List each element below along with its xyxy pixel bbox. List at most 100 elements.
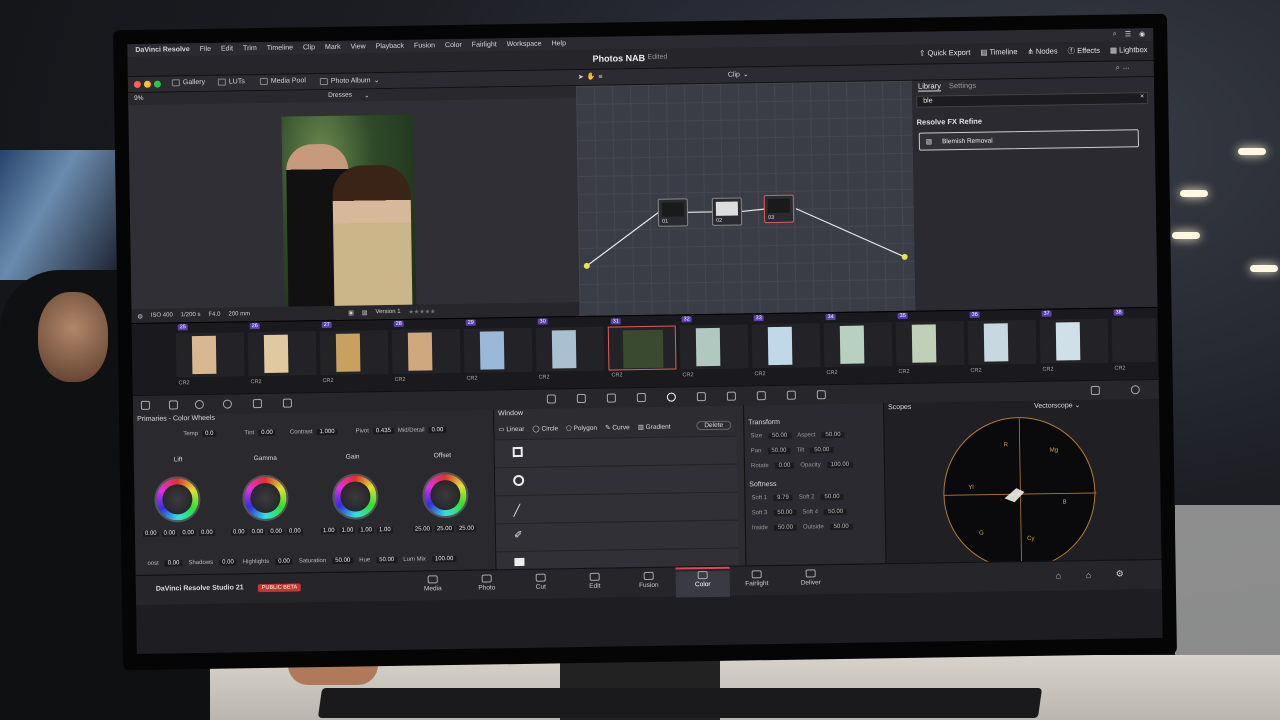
globe-icon[interactable]: ◍ xyxy=(137,312,142,319)
gamma-y[interactable]: 0.00 xyxy=(230,529,247,536)
scopes-icon[interactable] xyxy=(1090,385,1100,396)
color-match-icon[interactable] xyxy=(168,400,179,410)
offset-b[interactable]: 25.00 xyxy=(456,525,477,532)
curves-icon[interactable] xyxy=(546,394,556,404)
menu-trim[interactable]: Trim xyxy=(243,45,257,52)
album-select[interactable]: Dresses xyxy=(328,92,352,99)
clip-mode-select[interactable]: Clip ⌄ xyxy=(728,70,749,78)
clip-thumbnail[interactable]: 25 CR2 xyxy=(175,324,245,386)
clip-thumbnail[interactable]: 36 CR2 xyxy=(967,311,1037,374)
boost-field[interactable]: 0.00 xyxy=(164,560,183,567)
zoom-window-button[interactable] xyxy=(153,80,161,88)
offset-r[interactable]: 25.00 xyxy=(412,526,432,533)
clip-thumbnail[interactable]: 33 CR2 xyxy=(751,315,821,377)
rotate-field[interactable]: 0.00 xyxy=(774,462,795,469)
media-pool-button[interactable]: Media Pool xyxy=(259,77,306,86)
clip-thumbnail[interactable]: 37 CR2 xyxy=(1039,310,1109,373)
clip-thumbnail[interactable]: 32 CR2 xyxy=(679,316,749,378)
clip-thumbnail[interactable]: 29 CR2 xyxy=(463,319,533,382)
soft4-field[interactable]: 50.00 xyxy=(824,508,848,516)
tint-field[interactable]: 0.00 xyxy=(258,429,276,437)
fx-item-blemish-removal[interactable]: ▧ Blemish Removal xyxy=(918,129,1140,151)
gamma-b[interactable]: 0.00 xyxy=(286,528,303,535)
color-node[interactable]: 02 xyxy=(711,197,743,226)
menu-workspace[interactable]: Workspace xyxy=(507,41,542,49)
version-select[interactable]: Version 1 xyxy=(375,309,400,315)
zoom-select[interactable]: 9% xyxy=(134,95,144,102)
lightbox-toggle[interactable]: ▦ Lightbox xyxy=(1110,45,1148,55)
temp-field[interactable]: 0.0 xyxy=(202,430,217,437)
page-deliver[interactable]: Deliver xyxy=(784,569,838,587)
rgb-mixer-icon[interactable] xyxy=(252,399,262,409)
page-media[interactable]: Media xyxy=(406,575,460,593)
gain-y[interactable]: 1.00 xyxy=(320,527,337,535)
inside-field[interactable]: 50.00 xyxy=(773,524,798,531)
gain-wheel[interactable] xyxy=(332,473,379,520)
saturation-field[interactable]: 50.00 xyxy=(332,557,354,564)
menu-app-name[interactable]: DaVinci Resolve xyxy=(135,46,189,54)
tilt-field[interactable]: 50.00 xyxy=(810,447,834,454)
home-icon[interactable]: ⌂ xyxy=(1086,570,1092,580)
clear-search-icon[interactable]: × xyxy=(1140,93,1144,100)
hand-icon[interactable]: ✋ xyxy=(587,73,596,81)
photo-album-button[interactable]: Photo Album ⌄ xyxy=(319,76,379,85)
menu-fusion[interactable]: Fusion xyxy=(414,42,435,49)
close-window-button[interactable] xyxy=(133,80,141,88)
menu-playback[interactable]: Playback xyxy=(376,43,405,50)
highlights-field[interactable]: 0.00 xyxy=(275,558,293,565)
lift-r[interactable]: 0.00 xyxy=(161,530,178,537)
minimize-window-button[interactable] xyxy=(143,80,151,88)
camera-raw-icon[interactable] xyxy=(140,400,151,410)
color-warper-icon[interactable] xyxy=(576,393,586,404)
page-fairlight[interactable]: Fairlight xyxy=(730,570,784,588)
circle-window-button[interactable]: ◯ Circle xyxy=(532,424,558,432)
hdr-wheels-icon[interactable] xyxy=(222,399,232,409)
lift-wheel[interactable] xyxy=(154,476,201,523)
image-icon[interactable]: ▨ xyxy=(362,309,368,316)
delete-window-button[interactable]: Delete xyxy=(696,420,732,431)
tab-library[interactable]: Library xyxy=(917,81,942,92)
menu-fairlight[interactable]: Fairlight xyxy=(472,41,497,48)
linear-window-button[interactable]: ▭ Linear xyxy=(498,425,524,433)
siri-icon[interactable]: ◉ xyxy=(1139,30,1145,38)
qualifier-icon[interactable] xyxy=(606,393,616,403)
offset-wheel[interactable] xyxy=(422,471,469,519)
soft1-field[interactable]: 9.79 xyxy=(773,494,793,502)
pan-field[interactable]: 50.00 xyxy=(767,447,791,455)
blur-icon[interactable] xyxy=(756,391,766,401)
library-search-button[interactable]: ⌕ ⋯ xyxy=(1116,64,1130,73)
quick-export-button[interactable]: ⇪ Quick Export xyxy=(919,48,970,58)
curve-window-button[interactable]: ✎ Curve xyxy=(605,423,630,431)
search-icon[interactable]: ⌕ xyxy=(1113,31,1117,39)
rating-stars[interactable]: ★★★★★ xyxy=(408,308,435,315)
gradient-window-button[interactable]: ▥ Gradient xyxy=(638,423,671,432)
opacity-field[interactable]: 100.00 xyxy=(826,461,854,469)
window-row-square[interactable] xyxy=(494,435,737,468)
window-row-line[interactable]: ╱ xyxy=(495,491,738,524)
soft2-field[interactable]: 50.00 xyxy=(820,493,844,501)
info-icon[interactable] xyxy=(1130,385,1140,395)
page-photo[interactable]: Photo xyxy=(460,574,514,592)
gain-g[interactable]: 1.00 xyxy=(358,527,375,534)
magic-mask-icon[interactable] xyxy=(726,391,736,401)
menu-color[interactable]: Color xyxy=(445,42,462,49)
lummix-field[interactable]: 100.00 xyxy=(431,555,457,563)
aspect-field[interactable]: 50.00 xyxy=(821,431,845,439)
gain-b[interactable]: 1.00 xyxy=(376,526,393,534)
menu-view[interactable]: View xyxy=(351,43,366,50)
menu-edit[interactable]: Edit xyxy=(221,45,233,52)
menu-mark[interactable]: Mark xyxy=(325,44,341,51)
lift-g[interactable]: 0.00 xyxy=(180,530,197,537)
polygon-window-button[interactable]: ⬠ Polygon xyxy=(566,424,597,432)
middetail-field[interactable]: 0.00 xyxy=(428,427,447,434)
clip-thumbnail[interactable]: 38 CR2 xyxy=(1111,309,1157,372)
window-icon[interactable] xyxy=(666,392,676,402)
menu-help[interactable]: Help xyxy=(552,40,567,47)
motion-effects-icon[interactable] xyxy=(282,398,292,408)
gain-r[interactable]: 1.00 xyxy=(339,527,356,534)
lift-b[interactable]: 0.00 xyxy=(198,529,215,537)
gamma-wheel[interactable] xyxy=(242,474,289,522)
scope-type-select[interactable]: Vectorscope ⌄ xyxy=(1034,401,1080,410)
color-wheels-icon[interactable] xyxy=(194,399,204,410)
clip-thumbnail[interactable]: 28 CR2 xyxy=(391,320,461,383)
